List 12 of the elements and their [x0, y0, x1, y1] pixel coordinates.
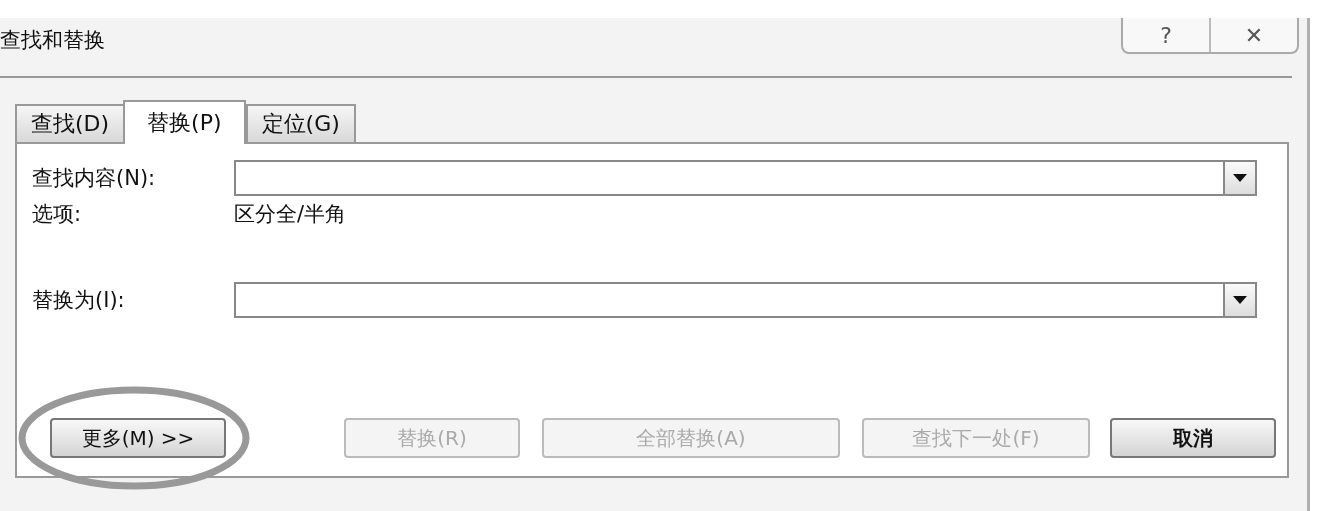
options-value: 区分全/半角: [234, 201, 347, 228]
options-label: 选项:: [32, 201, 83, 228]
close-button[interactable]: ✕: [1209, 18, 1297, 52]
tab[interactable]: 替换(P): [123, 100, 246, 144]
dialog-button[interactable]: 更多(M) >>: [50, 418, 226, 458]
dialog-button[interactable]: 取消: [1110, 418, 1276, 458]
field-label: 查找内容(N):: [32, 165, 157, 192]
tab[interactable]: 查找(D): [15, 104, 126, 142]
tab[interactable]: 定位(G): [245, 104, 356, 142]
field-label: 替换为(I):: [32, 287, 126, 314]
help-button[interactable]: ?: [1123, 18, 1209, 52]
window-title: 查找和替换: [0, 27, 105, 54]
